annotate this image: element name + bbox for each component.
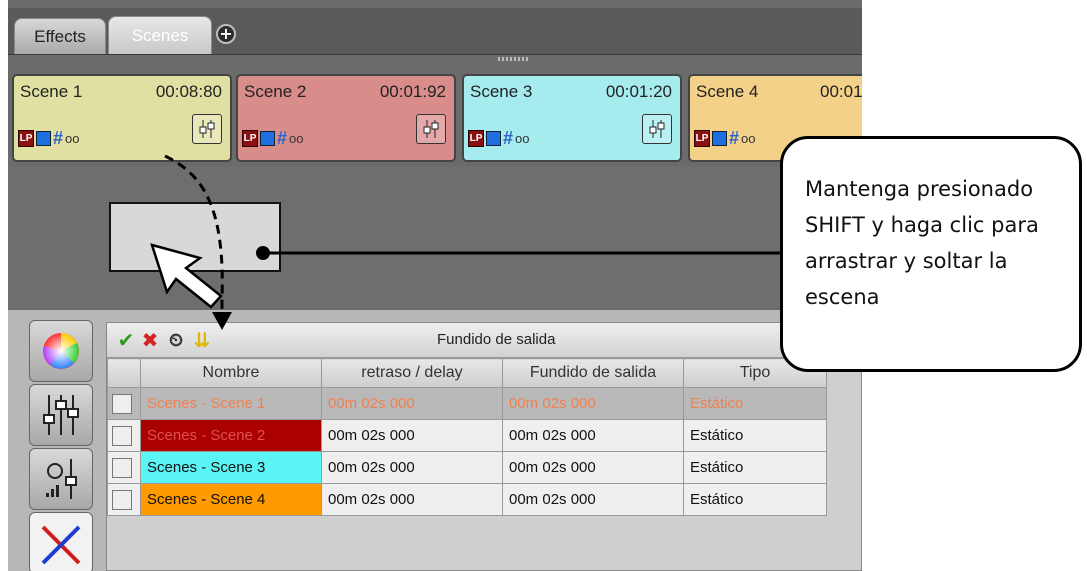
callout-line: arrastrar y soltar la [805,249,1008,273]
callout-line: SHIFT y haga clic para [805,213,1039,237]
drag-arrow-head [212,312,232,330]
mouse-cursor-icon [150,243,223,309]
connector-dot [256,246,270,260]
instruction-callout: Mantenga presionado SHIFT y haga clic pa… [780,136,1082,372]
callout-line: Mantenga presionado [805,177,1034,201]
callout-line: escena [805,285,880,309]
